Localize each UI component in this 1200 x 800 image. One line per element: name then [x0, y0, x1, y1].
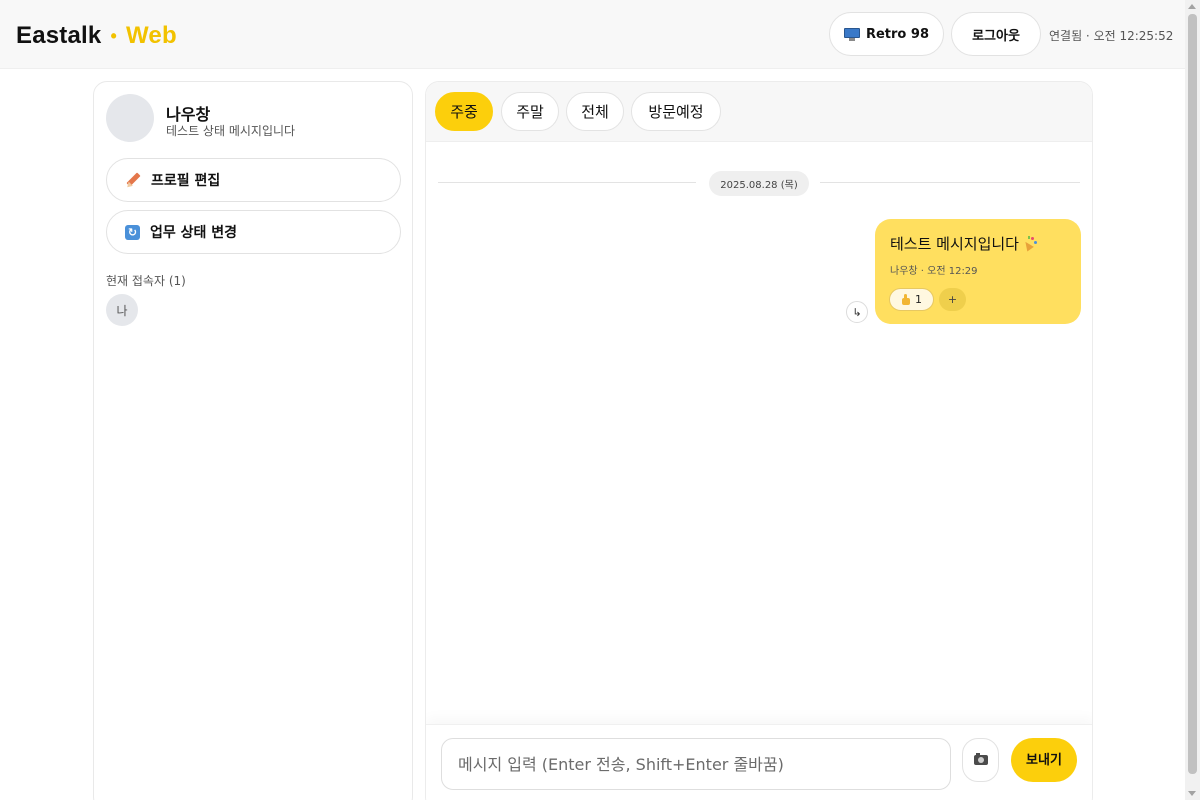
brand-name: Eastalk — [16, 22, 102, 49]
pencil-icon — [125, 172, 141, 190]
date-divider-line-left — [438, 182, 696, 183]
date-divider: 2025.08.28 (목) — [709, 171, 809, 196]
party-popper-icon — [1022, 236, 1037, 252]
camera-icon — [973, 753, 988, 765]
connection-status: 연결됨 · 오전 12:25:52 — [1049, 29, 1174, 43]
scroll-down-icon[interactable] — [1188, 791, 1196, 796]
send-button[interactable]: 보내기 — [1011, 738, 1077, 782]
monitor-icon — [843, 27, 860, 41]
brand-separator: • — [110, 25, 117, 46]
scroll-up-icon[interactable] — [1188, 4, 1196, 9]
tab-weekday[interactable]: 주중 — [435, 92, 493, 131]
logout-button[interactable]: 로그아웃 — [951, 12, 1041, 56]
thumbs-up-icon — [901, 294, 911, 305]
attach-photo-button[interactable] — [962, 738, 999, 782]
add-reaction-button[interactable]: + — [939, 288, 966, 311]
avatar — [106, 94, 154, 142]
change-work-state-label: 업무 상태 변경 — [150, 225, 238, 241]
reaction-count: 1 — [915, 293, 922, 306]
reply-icon[interactable]: ↳ — [846, 301, 868, 323]
brand-logo: Eastalk • Web — [16, 22, 177, 50]
message-text: 테스트 메시지입니다 — [890, 235, 1019, 253]
message-input[interactable] — [441, 738, 951, 790]
online-users-label: 현재 접속자 (1) — [106, 274, 186, 288]
tab-all[interactable]: 전체 — [566, 92, 624, 131]
retro-theme-button[interactable]: Retro 98 — [829, 12, 944, 56]
message-text-row: 테스트 메시지입니다 — [890, 233, 1037, 254]
app-header: Eastalk • Web Retro 98 로그아웃 연결됨 · 오전 12:… — [0, 0, 1185, 69]
retro-theme-label: Retro 98 — [865, 26, 929, 42]
edit-profile-button[interactable]: 프로필 편집 — [106, 158, 401, 202]
message-bubble[interactable]: 테스트 메시지입니다 나우창 · 오전 12:29 1 + — [875, 219, 1081, 324]
scrollbar-thumb[interactable] — [1188, 14, 1197, 774]
message-meta: 나우창 · 오전 12:29 — [890, 266, 978, 277]
profile-sidebar: 나우창 테스트 상태 메시지입니다 프로필 편집 ↻ 업무 상태 변경 현재 접… — [93, 81, 413, 800]
tab-scheduled-visit[interactable]: 방문예정 — [631, 92, 721, 131]
change-work-state-button[interactable]: ↻ 업무 상태 변경 — [106, 210, 401, 254]
edit-profile-label: 프로필 편집 — [151, 173, 221, 189]
tab-weekend[interactable]: 주말 — [501, 92, 559, 131]
profile-status-message: 테스트 상태 메시지입니다 — [166, 124, 296, 138]
brand-sub: Web — [125, 22, 177, 49]
chat-panel: 주중 주말 전체 방문예정 2025.08.28 (목) ↳ 테스트 메시지입니… — [425, 81, 1093, 800]
channel-tabs: 주중 주말 전체 방문예정 — [426, 82, 1092, 142]
page-scrollbar[interactable] — [1185, 0, 1200, 800]
date-divider-line-right — [820, 182, 1080, 183]
message-composer: 보내기 — [426, 724, 1092, 800]
reaction-chip[interactable]: 1 — [889, 288, 934, 311]
online-user-avatar[interactable]: 나 — [106, 294, 138, 326]
refresh-icon: ↻ — [125, 224, 140, 240]
